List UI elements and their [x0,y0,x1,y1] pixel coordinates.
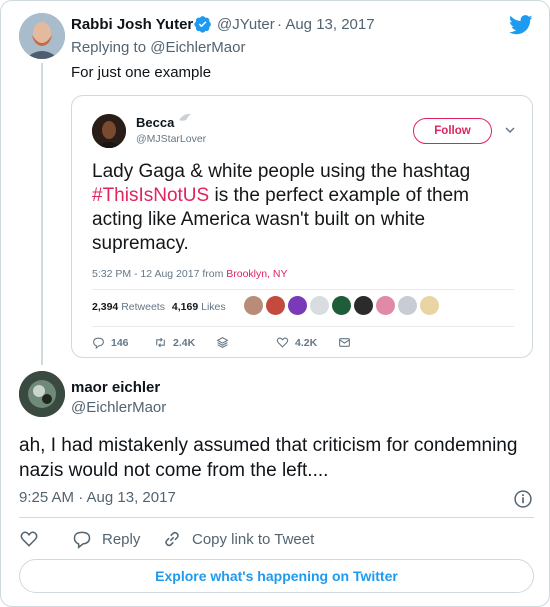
author-name[interactable]: Rabbi Josh Yuter [71,16,193,33]
liker-avatar [244,296,263,315]
tweet-date[interactable]: · Aug 13, 2017 [277,16,375,33]
quoted-location: Brooklyn, NY [226,268,288,280]
quoted-stats: 2,394 Retweets 4,169 Likes [92,301,226,313]
quoted-divider [92,289,514,290]
quoted-text-before: Lady Gaga & white people using the hasht… [92,161,471,182]
copy-link-icon [165,531,179,547]
quoted-avatar [92,114,126,148]
copy-link-label: Copy link to Tweet [192,530,315,548]
copy-link-button[interactable]: Copy link to Tweet [162,529,314,549]
quoted-layers-action [216,336,229,349]
reply-icon [93,337,104,349]
liker-avatar [376,296,395,315]
quoted-retweet-action: 2.4K [154,336,195,349]
heart-icon [276,337,289,348]
reply-author-avatar[interactable] [19,371,65,417]
retweet-icon [156,337,165,348]
heart-icon [20,531,38,547]
liker-avatar [398,296,417,315]
author-avatar[interactable] [19,13,65,59]
info-icon[interactable] [513,489,533,509]
dove-emoji-icon [179,113,191,121]
like-button[interactable] [19,529,39,549]
liker-avatar [288,296,307,315]
reply-text: ah, I had mistakenly assumed that critic… [19,435,518,481]
reply-button[interactable]: Reply [72,529,140,549]
verified-badge-icon [194,16,211,33]
quoted-retweet-action-count: 2.4K [173,336,196,349]
replying-label: Replying to [71,39,147,56]
quoted-like-action: 4.2K [276,336,317,349]
thread-line [41,63,43,365]
quoted-divider [92,326,514,327]
like-count-label: Likes [201,301,226,313]
liker-avatars [244,296,439,318]
quoted-handle: @MJStarLover [136,133,207,145]
retweet-count-label: Retweets [121,301,165,313]
like-count: 4,169 [171,301,199,313]
replying-to: Replying to @EichlerMaor [71,39,245,56]
quoted-reply-count: 146 [111,336,129,349]
replying-handle[interactable]: @EichlerMaor [150,39,245,56]
liker-avatar [332,296,351,315]
explore-button[interactable]: Explore what's happening on Twitter [19,559,534,593]
reply-author-name[interactable]: maor eichler [71,379,160,396]
tweet-card: Rabbi Josh Yuter @JYuter · Aug 13, 2017 … [0,0,550,607]
quoted-hashtag: #ThisIsNotUS [92,185,210,206]
mail-icon [339,338,350,347]
twitter-bird-icon[interactable] [509,15,533,35]
reply-icon [73,531,91,549]
liker-avatar [354,296,373,315]
retweet-count: 2,394 [92,301,119,313]
divider [19,517,534,518]
reply-button-label: Reply [102,530,141,548]
liker-avatar [266,296,285,315]
quoted-text: Lady Gaga & white people using the hasht… [92,160,522,256]
quoted-like-action-count: 4.2K [295,336,318,349]
follow-button: Follow [413,118,492,144]
chevron-down-icon [505,127,515,134]
quoted-reply-action: 146 [92,336,129,349]
reply-author-handle[interactable]: @EichlerMaor [71,399,166,416]
quoted-mail-action [338,336,351,349]
reply-timestamp[interactable]: 9:25 AM · Aug 13, 2017 [19,489,176,506]
quoted-action-bar: 146 2.4K 4.2K [92,336,392,352]
layers-icon [216,337,229,348]
quoted-time: 5:32 PM - 12 Aug 2017 from [92,268,227,280]
tweet-text: For just one example [71,64,212,81]
liker-avatar [420,296,439,315]
author-handle[interactable]: @JYuter [217,16,275,33]
embedded-tweet-image[interactable]: Becca @MJStarLover Follow Lady Gaga & wh… [71,95,533,358]
liker-avatar [310,296,329,315]
quoted-name: Becca [136,115,175,130]
quoted-timestamp: 5:32 PM - 12 Aug 2017 from Brooklyn, NY [92,268,288,280]
